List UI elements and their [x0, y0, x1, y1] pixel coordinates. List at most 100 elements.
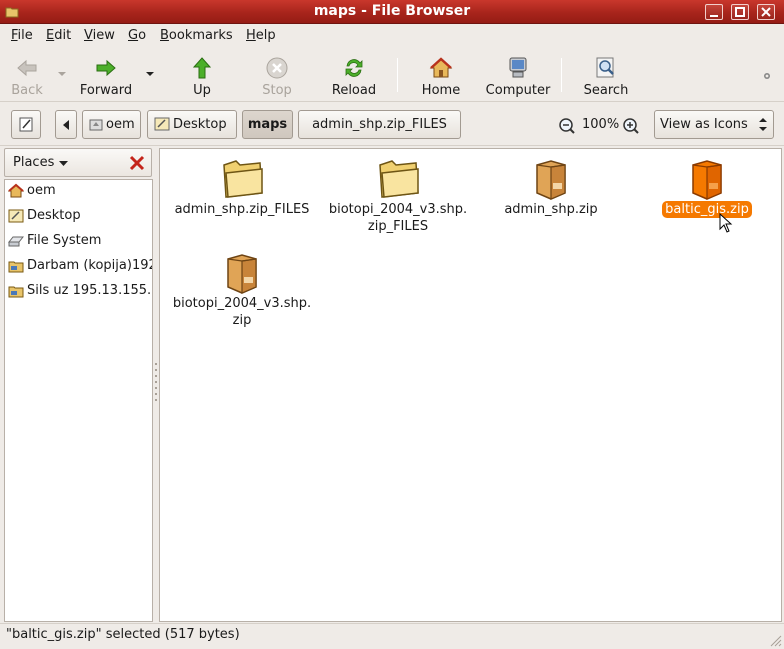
place-item-desktop[interactable]: Desktop [5, 205, 152, 227]
menu-bar: File Edit View Go Bookmarks Help [0, 25, 784, 47]
place-label: Darbam (kopija)192 [27, 258, 153, 273]
menu-file[interactable]: File [11, 28, 33, 43]
place-label: Desktop [27, 208, 81, 223]
zip-archive-icon [227, 254, 257, 294]
path-crumb-desktop[interactable]: Desktop [147, 110, 237, 139]
status-text: "baltic_gis.zip" selected (517 bytes) [6, 627, 240, 642]
window-title: maps - File Browser [313, 3, 471, 19]
maximize-button[interactable] [731, 4, 749, 20]
toolbar: Back Forward Up Stop Reload Home Compute… [0, 48, 784, 102]
mouse-pointer-icon [719, 213, 733, 233]
place-label: File System [27, 233, 102, 248]
home-icon [429, 57, 453, 78]
file-icon-view[interactable]: admin_shp.zip_FILES biotopi_2004_v3.shp.… [159, 148, 782, 622]
back-label: Back [11, 83, 43, 98]
forward-button[interactable]: Forward [76, 52, 136, 98]
forward-history-dropdown-icon[interactable] [145, 71, 155, 77]
minimize-icon [710, 15, 718, 17]
path-crumb-maps[interactable]: maps [242, 110, 293, 139]
path-crumb-label: admin_shp.zip_FILES [312, 117, 447, 132]
network-folder-icon [8, 261, 24, 273]
computer-button[interactable]: Computer [484, 52, 552, 98]
stop-label: Stop [262, 83, 292, 98]
status-bar: "baltic_gis.zip" selected (517 bytes) [0, 623, 784, 649]
path-crumb-oem[interactable]: oem [82, 110, 141, 139]
desktop-icon [154, 117, 170, 130]
place-item-oem[interactable]: oem [5, 180, 152, 202]
computer-icon [509, 57, 527, 78]
path-crumb-label: maps [247, 117, 288, 132]
close-window-button[interactable] [757, 4, 775, 20]
stop-icon [266, 57, 288, 79]
home-label: Home [421, 83, 461, 98]
path-crumb-admin-shp-zip-files[interactable]: admin_shp.zip_FILES [298, 110, 461, 139]
search-button[interactable]: Search [580, 52, 632, 98]
home-folder-icon [89, 119, 103, 130]
maximize-icon [735, 7, 745, 17]
place-label: Sils uz 195.13.155.2 [27, 283, 153, 298]
path-scroll-left-button[interactable] [55, 110, 77, 139]
side-pane-title: Places [13, 155, 55, 170]
file-item[interactable]: biotopi_2004_v3.shp. zip [164, 243, 320, 333]
file-name: biotopi_2004_v3.shp. zip [172, 296, 312, 328]
resize-grip-icon[interactable] [768, 633, 782, 647]
zoom-level: 100% [582, 117, 620, 132]
place-item-network-share-1[interactable]: Darbam (kopija)192 [5, 255, 153, 277]
file-item-selected[interactable]: baltic_gis.zip [632, 149, 782, 239]
toggle-location-entry-button[interactable] [11, 110, 41, 139]
path-crumb-label: Desktop [173, 117, 227, 132]
place-item-network-share-2[interactable]: Sils uz 195.13.155.2 [5, 280, 153, 302]
close-side-pane-icon[interactable] [129, 155, 145, 171]
toolbar-separator [397, 58, 398, 92]
forward-arrow-icon [96, 59, 116, 77]
hard-drive-icon [8, 236, 24, 247]
reload-icon [345, 59, 363, 77]
stop-button[interactable]: Stop [254, 52, 300, 98]
text-entry-icon [19, 117, 33, 132]
zoom-out-icon[interactable] [558, 117, 576, 135]
file-name: baltic_gis.zip [632, 201, 782, 218]
up-arrow-icon [192, 57, 212, 79]
folder-icon [379, 160, 419, 198]
reload-button[interactable]: Reload [328, 52, 380, 98]
menu-edit[interactable]: Edit [46, 28, 71, 43]
forward-label: Forward [79, 83, 133, 98]
file-name: admin_shp.zip [504, 202, 598, 217]
toolbar-separator [561, 58, 562, 92]
places-list: oem Desktop File System Darbam (kopija)1… [4, 179, 153, 622]
up-label: Up [193, 83, 211, 98]
back-arrow-icon [17, 59, 37, 77]
search-label: Search [583, 83, 629, 98]
menu-help[interactable]: Help [246, 28, 276, 43]
menu-bookmarks[interactable]: Bookmarks [160, 28, 233, 43]
menu-go[interactable]: Go [128, 28, 146, 43]
home-button[interactable]: Home [418, 52, 464, 98]
file-item[interactable]: biotopi_2004_v3.shp. zip_FILES [318, 149, 478, 239]
close-icon [761, 7, 771, 17]
side-pane-selector[interactable]: Places [4, 148, 152, 177]
file-item[interactable]: admin_shp.zip [476, 149, 626, 239]
computer-label: Computer [485, 83, 551, 98]
back-button[interactable]: Back [4, 52, 50, 98]
up-button[interactable]: Up [180, 52, 224, 98]
place-item-file-system[interactable]: File System [5, 230, 152, 252]
dropdown-arrow-icon [59, 161, 68, 166]
file-item[interactable]: admin_shp.zip_FILES [164, 149, 320, 239]
view-mode-select[interactable]: View as Icons [654, 110, 774, 139]
spin-arrows-icon [759, 118, 767, 131]
zip-archive-icon [536, 160, 566, 200]
minimize-button[interactable] [705, 4, 723, 20]
desktop-icon [8, 209, 24, 223]
home-icon [8, 183, 24, 198]
file-name: biotopi_2004_v3.shp. zip_FILES [328, 202, 468, 234]
back-history-dropdown-icon[interactable] [57, 71, 67, 77]
reload-label: Reload [331, 83, 377, 98]
activity-throbber-icon [764, 73, 770, 79]
place-label: oem [27, 183, 56, 198]
network-folder-icon [8, 286, 24, 298]
search-icon [596, 57, 614, 78]
zoom-in-icon[interactable] [622, 117, 640, 135]
arrow-left-icon [63, 120, 69, 130]
side-pane: Places oem Desktop File System Darbam (k… [4, 148, 153, 622]
menu-view[interactable]: View [84, 28, 115, 43]
